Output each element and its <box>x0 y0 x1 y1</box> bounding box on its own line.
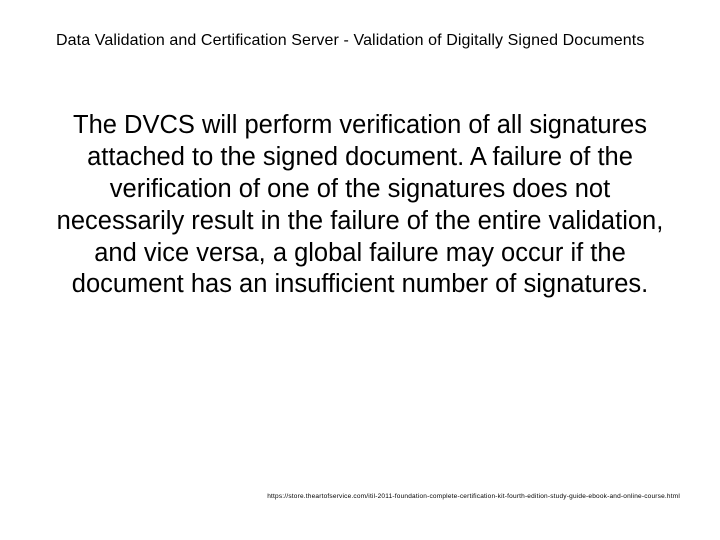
slide-footer-url: https://store.theartofservice.com/itil-2… <box>56 493 680 500</box>
slide-title: Data Validation and Certification Server… <box>56 32 680 50</box>
slide: Data Validation and Certification Server… <box>0 0 720 540</box>
slide-body-text: The DVCS will perform verification of al… <box>56 110 664 301</box>
